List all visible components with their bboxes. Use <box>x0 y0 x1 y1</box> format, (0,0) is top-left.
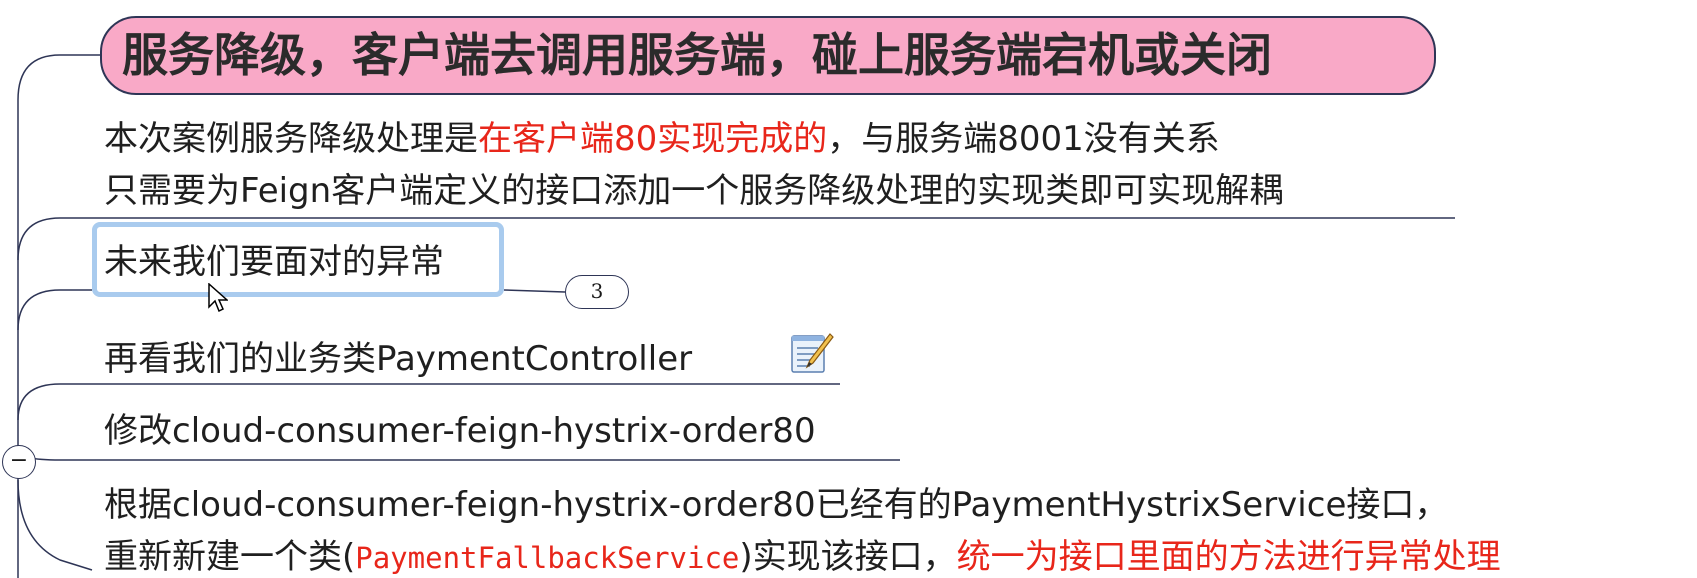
fallback-line2[interactable]: 重新新建一个类(PaymentFallbackService)实现该接口，统一为… <box>104 536 1501 578</box>
collapse-icon[interactable]: − <box>2 445 36 479</box>
note-edit-icon[interactable] <box>788 330 834 376</box>
fallback-highlight: 统一为接口里面的方法进行异常处理 <box>956 537 1501 577</box>
future-exceptions-node[interactable]: 未来我们要面对的异常 <box>104 241 444 284</box>
fallback-class-name: PaymentFallbackService <box>355 541 740 575</box>
modify-module-node[interactable]: 修改cloud-consumer-feign-hystrix-order80 <box>104 410 816 453</box>
topic-title[interactable]: 服务降级，客户端去调用服务端，碰上服务端宕机或关闭 <box>100 16 1436 95</box>
case-note-line1-start: 本次案例服务降级处理是 <box>104 119 478 159</box>
fallback-line2-start: 重新新建一个类( <box>104 537 356 577</box>
case-note-line1-end: ，与服务端8001没有关系 <box>827 119 1220 159</box>
payment-controller-node[interactable]: 再看我们的业务类PaymentController <box>104 338 692 381</box>
fallback-line2-mid: )实现该接口， <box>739 537 957 577</box>
case-note-line1[interactable]: 本次案例服务降级处理是在客户端80实现完成的，与服务端8001没有关系 <box>104 118 1220 161</box>
cursor-pointer-icon <box>208 283 228 313</box>
case-note-line2[interactable]: 只需要为Feign客户端定义的接口添加一个服务降级处理的实现类即可实现解耦 <box>104 170 1283 213</box>
mindmap-canvas: 服务降级，客户端去调用服务端，碰上服务端宕机或关闭 本次案例服务降级处理是在客户… <box>0 0 1697 578</box>
collapsed-children-badge[interactable]: 3 <box>565 275 629 309</box>
case-note-highlight: 在客户端80实现完成的 <box>478 119 828 159</box>
fallback-line1[interactable]: 根据cloud-consumer-feign-hystrix-order80已经… <box>104 484 1448 527</box>
